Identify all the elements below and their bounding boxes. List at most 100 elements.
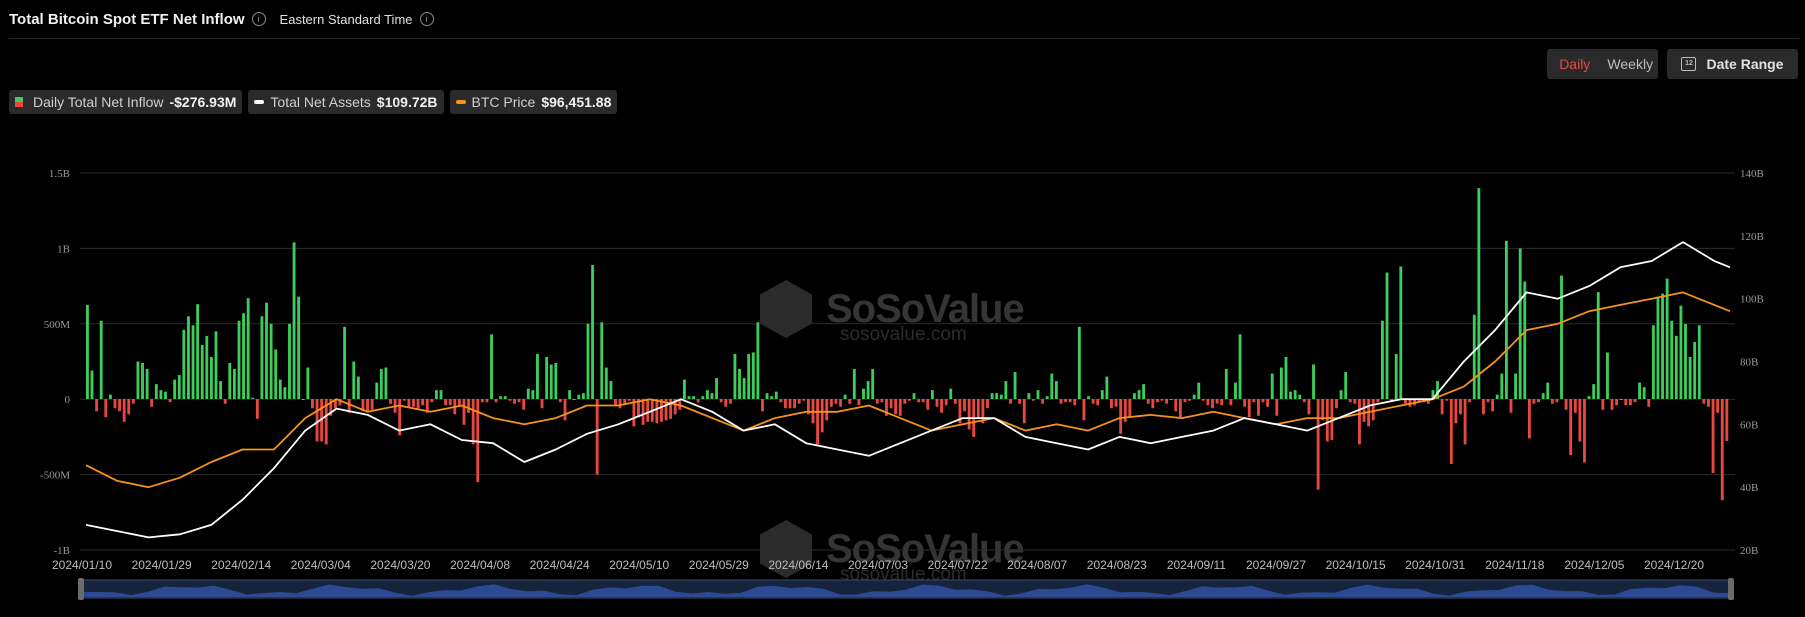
- inflow-bar: [448, 399, 452, 406]
- inflow-bar: [1523, 281, 1527, 399]
- inflow-bar: [136, 361, 140, 399]
- inflow-bar: [297, 296, 301, 399]
- inflow-bar: [586, 323, 590, 399]
- inflow-bar: [159, 390, 163, 399]
- inflow-bar: [118, 399, 121, 412]
- inflow-bar: [710, 393, 714, 399]
- inflow-bar: [182, 329, 186, 399]
- inflow-bar: [384, 367, 388, 399]
- inflow-bar: [1550, 399, 1554, 404]
- inflow-bar: [1192, 394, 1196, 399]
- inflow-bar: [614, 399, 617, 406]
- inflow-bar: [1036, 390, 1040, 399]
- inflow-bar: [1229, 399, 1233, 406]
- inflow-bar: [627, 399, 631, 401]
- inflow-bar: [1068, 399, 1072, 403]
- y-left-tick-label: 500M: [44, 319, 71, 331]
- inflow-bar: [232, 369, 236, 399]
- inflow-bar: [1592, 384, 1596, 399]
- inflow-bar: [682, 379, 686, 399]
- x-tick-label: 2024/05/29: [689, 558, 749, 572]
- inflow-bar: [545, 356, 549, 399]
- inflow-bar: [1546, 382, 1550, 399]
- y-right-tick-label: 140B: [1740, 168, 1764, 180]
- inflow-bar: [1495, 394, 1499, 399]
- inflow-bar: [1119, 399, 1123, 434]
- inflow-bar: [173, 379, 177, 399]
- inflow-bar: [1178, 399, 1182, 418]
- inflow-bar: [577, 394, 581, 399]
- x-tick-label: 2024/03/04: [291, 558, 351, 572]
- inflow-bar: [1261, 399, 1265, 403]
- y-left-tick-label: -500M: [40, 470, 70, 482]
- inflow-bar: [600, 322, 604, 399]
- inflow-bar: [889, 399, 893, 409]
- x-tick-label: 2024/01/29: [132, 558, 192, 572]
- inflow-bar: [416, 399, 420, 409]
- inflow-bar: [1211, 399, 1214, 409]
- inflow-bar: [168, 399, 172, 403]
- inflow-bar: [1133, 393, 1136, 399]
- inflow-bar: [177, 375, 181, 399]
- inflow-bar: [963, 399, 966, 412]
- inflow-bar: [733, 353, 737, 399]
- inflow-bar: [1105, 376, 1109, 399]
- inflow-bar: [1679, 305, 1683, 399]
- inflow-bar: [1518, 248, 1522, 399]
- inflow-bar: [852, 369, 856, 399]
- inflow-bar: [1486, 399, 1490, 403]
- inflow-bar: [719, 399, 723, 403]
- inflow-bar: [1707, 399, 1710, 407]
- inflow-bar: [150, 399, 154, 407]
- inflow-bar: [696, 399, 700, 403]
- x-tick-label: 2024/11/18: [1485, 558, 1544, 572]
- inflow-bar: [90, 370, 94, 399]
- inflow-bar: [490, 334, 493, 399]
- inflow-bar: [343, 326, 347, 399]
- inflow-bar: [1697, 325, 1701, 399]
- inflow-bar: [127, 399, 131, 415]
- inflow-bar: [352, 361, 356, 399]
- inflow-bar: [1100, 390, 1104, 399]
- inflow-bar: [820, 399, 824, 433]
- inflow-bar: [1463, 399, 1467, 445]
- inflow-bar: [1174, 399, 1178, 412]
- inflow-bar: [848, 399, 852, 404]
- inflow-bar: [508, 399, 512, 401]
- inflow-bar: [311, 399, 314, 409]
- inflow-bar: [921, 399, 925, 403]
- inflow-bar: [871, 369, 875, 399]
- inflow-bar: [1312, 364, 1315, 399]
- inflow-bar: [1353, 399, 1357, 404]
- inflow-bar: [1725, 399, 1729, 441]
- inflow-bar: [1165, 399, 1169, 404]
- inflow-bar: [898, 399, 902, 416]
- inflow-chart[interactable]: 1.5B 1B 500M 0 -500M -1B 140B 120B 100B 80B 60B 40B…: [0, 0, 1805, 617]
- inflow-bar: [356, 376, 360, 399]
- inflow-bar: [1206, 399, 1210, 406]
- x-tick-label: 2024/07/22: [928, 558, 988, 572]
- inflow-bar: [926, 399, 930, 410]
- y-left-tick-label: -1B: [54, 545, 71, 557]
- inflow-bar: [1151, 399, 1155, 409]
- inflow-bar: [292, 242, 296, 399]
- inflow-bar: [1183, 399, 1187, 403]
- inflow-bar: [1537, 399, 1540, 403]
- inflow-bar: [1298, 394, 1302, 399]
- inflow-bar: [1266, 399, 1270, 407]
- inflow-bar: [990, 393, 994, 399]
- inflow-bar: [1482, 399, 1485, 415]
- inflow-bar: [774, 391, 778, 399]
- inflow-bar: [219, 381, 223, 399]
- inflow-bar: [191, 325, 195, 399]
- inflow-bar: [1628, 399, 1632, 406]
- y-left-tick-label: 1.5B: [49, 168, 70, 180]
- inflow-bar: [655, 399, 659, 424]
- inflow-bar: [1339, 390, 1343, 399]
- inflow-bar: [1362, 399, 1366, 422]
- inflow-bar: [503, 396, 507, 399]
- inflow-bar: [1155, 399, 1159, 403]
- y-right-tick-label: 100B: [1740, 294, 1764, 306]
- inflow-bar: [1504, 240, 1508, 399]
- inflow-bar: [526, 388, 530, 399]
